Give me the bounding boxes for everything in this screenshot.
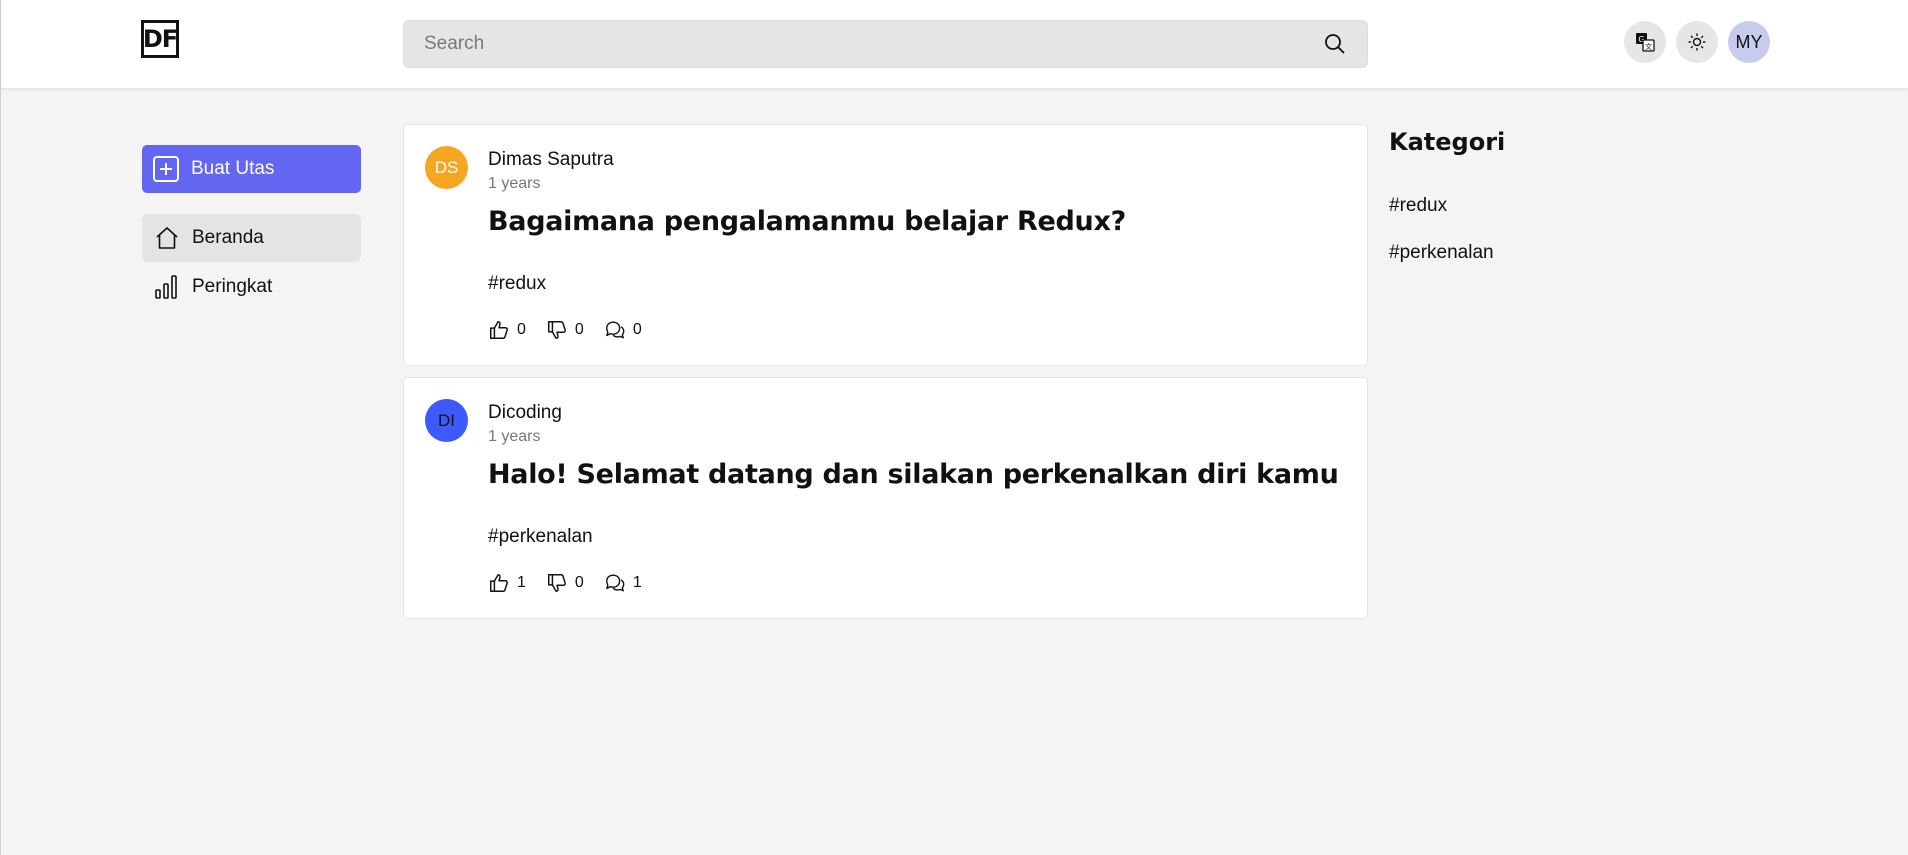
thread-category-tag[interactable]: #redux	[488, 273, 546, 295]
language-toggle-button[interactable]: G 文	[1624, 21, 1666, 63]
sidebar-item-beranda[interactable]: Beranda	[142, 214, 361, 262]
author-name: Dimas Saputra	[488, 149, 614, 170]
comment-icon	[605, 574, 625, 592]
category-item[interactable]: #redux	[1389, 195, 1447, 217]
dislike-button[interactable]: 0	[546, 572, 584, 594]
leaderboard-icon	[155, 275, 177, 299]
sun-icon	[1688, 33, 1706, 51]
comment-button[interactable]: 0	[604, 319, 642, 341]
like-button[interactable]: 0	[488, 319, 526, 341]
comment-count: 1	[632, 574, 642, 591]
translate-icon: G 文	[1636, 33, 1655, 52]
thumbs-up-icon	[490, 574, 508, 592]
app-logo[interactable]: DF	[141, 20, 179, 58]
thread-time: 1 years	[488, 175, 541, 192]
dislike-button[interactable]: 0	[546, 319, 584, 341]
comment-count: 0	[632, 321, 642, 338]
theme-toggle-button[interactable]	[1676, 21, 1718, 63]
thumbs-down-icon	[547, 574, 566, 592]
thumbs-down-icon	[547, 321, 566, 339]
thread-card[interactable]: DI Dicoding 1 years Halo! Selamat datang…	[403, 377, 1368, 619]
thread-time: 1 years	[488, 428, 541, 445]
create-thread-button[interactable]: Buat Utas	[142, 145, 361, 193]
like-count: 1	[517, 574, 526, 591]
search-icon[interactable]	[1323, 32, 1347, 56]
comment-button[interactable]: 1	[604, 572, 642, 594]
author-avatar: DI	[425, 399, 468, 442]
thread-actions: 0 0 0	[488, 319, 662, 341]
top-header: DF G 文 MY	[1, 0, 1908, 89]
like-count: 0	[517, 321, 526, 338]
thread-card[interactable]: DS Dimas Saputra 1 years Bagaimana penga…	[403, 124, 1368, 366]
sidebar-item-peringkat[interactable]: Peringkat	[142, 263, 361, 311]
home-icon	[156, 227, 178, 249]
plus-square-icon	[153, 156, 179, 182]
category-item[interactable]: #perkenalan	[1389, 242, 1494, 264]
author-name: Dicoding	[488, 402, 562, 423]
dislike-count: 0	[574, 574, 584, 591]
like-button[interactable]: 1	[488, 572, 526, 594]
thread-actions: 1 0 1	[488, 572, 662, 594]
search-bar[interactable]	[403, 20, 1368, 68]
svg-text:文: 文	[1645, 42, 1652, 51]
dislike-count: 0	[574, 321, 584, 338]
create-thread-label: Buat Utas	[191, 158, 275, 179]
user-avatar[interactable]: MY	[1728, 21, 1770, 63]
search-input[interactable]	[404, 21, 1304, 67]
sidebar-item-label: Beranda	[192, 227, 264, 248]
comment-icon	[605, 321, 625, 339]
sidebar-item-label: Peringkat	[192, 276, 273, 297]
thread-title[interactable]: Bagaimana pengalamanmu belajar Redux?	[488, 206, 1126, 237]
thumbs-up-icon	[490, 321, 508, 339]
thread-category-tag[interactable]: #perkenalan	[488, 526, 593, 548]
author-avatar: DS	[425, 146, 468, 189]
categories-heading: Kategori	[1389, 128, 1506, 156]
thread-title[interactable]: Halo! Selamat datang dan silakan perkena…	[488, 459, 1339, 490]
